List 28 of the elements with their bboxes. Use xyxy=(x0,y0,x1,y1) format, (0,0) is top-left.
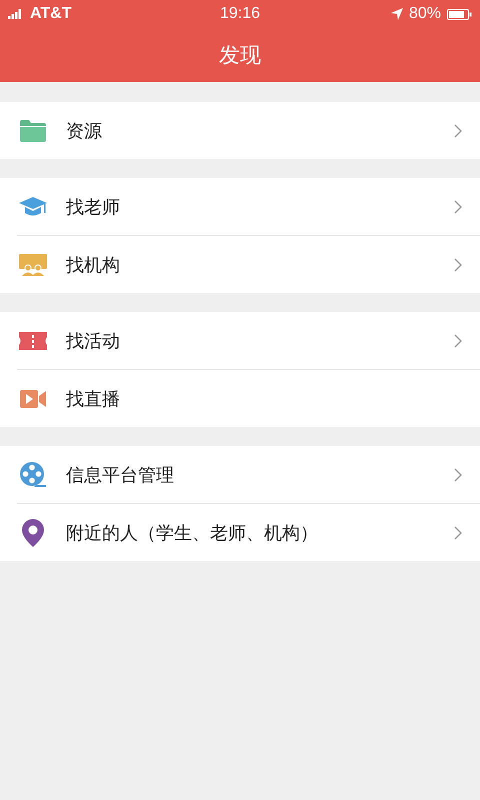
battery-icon xyxy=(446,8,472,20)
location-arrow-icon xyxy=(390,8,403,20)
menu-item[interactable]: 找老师 xyxy=(0,178,480,235)
menu-item[interactable]: 资源 xyxy=(0,102,480,159)
menu-item[interactable]: 附近的人（学生、老师、机构） xyxy=(17,503,480,561)
video-camera-icon xyxy=(19,390,47,408)
graduation-cap-icon xyxy=(19,196,47,216)
item-label: 附近的人（学生、老师、机构） xyxy=(66,522,319,544)
clock-time: 19:16 xyxy=(220,5,260,23)
menu-item[interactable]: 找机构 xyxy=(17,235,480,293)
item-label: 资源 xyxy=(66,120,103,142)
presentation-icon xyxy=(19,254,47,276)
battery-percent: 80% xyxy=(408,5,441,23)
menu-item[interactable]: 找活动 xyxy=(0,312,480,369)
carrier-name: AT&T xyxy=(30,5,72,23)
item-label: 找活动 xyxy=(66,330,121,352)
location-pin-icon xyxy=(19,518,47,546)
ticket-icon xyxy=(19,332,47,350)
film-reel-icon xyxy=(19,462,47,488)
item-label: 找直播 xyxy=(66,388,121,410)
item-label: 找老师 xyxy=(66,196,121,218)
menu-item[interactable]: 信息平台管理 xyxy=(0,446,480,503)
signal-icon xyxy=(8,9,24,19)
page-title: 发现 xyxy=(219,42,261,69)
item-label: 找机构 xyxy=(66,254,121,276)
item-label: 信息平台管理 xyxy=(66,464,175,486)
folder-icon xyxy=(19,120,47,142)
menu-item[interactable]: 找直播 xyxy=(17,369,480,427)
